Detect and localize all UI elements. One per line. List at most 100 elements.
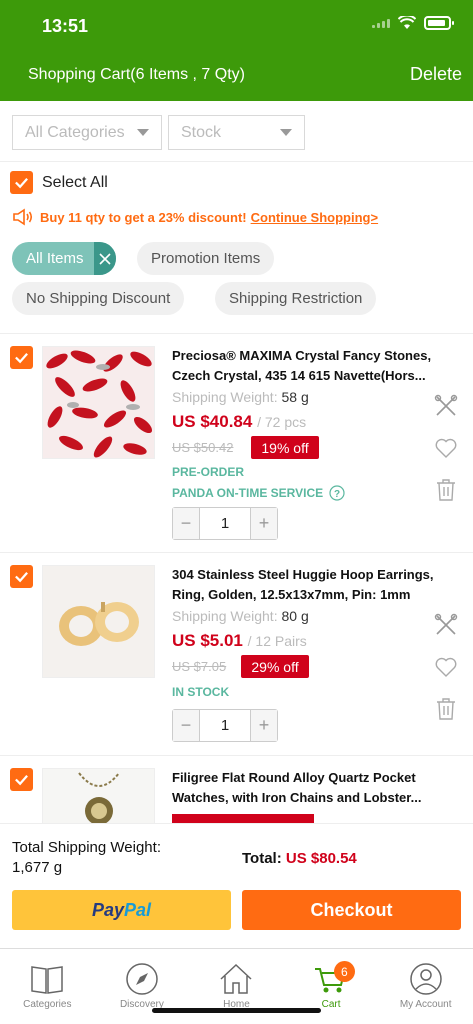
total-value: US $80.54: [285, 850, 357, 867]
paypal-button[interactable]: Pay Pal: [12, 890, 231, 930]
chip-label: All Items: [26, 250, 84, 267]
compass-icon: [126, 963, 158, 995]
shipping-weight: Shipping Weight: 80 g: [172, 608, 309, 624]
discount-badge: 29% off: [241, 655, 309, 678]
price-value: US $5.01: [172, 631, 243, 650]
tab-label: Cart: [321, 999, 341, 1010]
delete-button[interactable]: Delete: [410, 64, 462, 85]
shipping-weight-value: 58 g: [281, 389, 309, 405]
item-checkbox[interactable]: [10, 346, 33, 369]
order-total: Total: US $80.54: [242, 850, 357, 867]
book-icon: [31, 966, 64, 994]
heart-icon[interactable]: [434, 655, 458, 679]
chip-shipping-restriction[interactable]: Shipping Restriction: [215, 282, 377, 315]
select-all-row[interactable]: Select All: [10, 171, 108, 194]
user-icon: [409, 963, 442, 995]
chip-promotion-items[interactable]: Promotion Items: [137, 242, 275, 275]
wifi-icon: [398, 16, 416, 29]
item-checkbox[interactable]: [10, 565, 33, 588]
shipping-weight-label: Shipping Weight:: [172, 389, 278, 405]
service-label: PANDA ON-TIME SERVICE: [172, 486, 324, 500]
chevron-down-icon: [280, 129, 292, 136]
help-icon[interactable]: ?: [329, 485, 345, 501]
tab-label: My Account: [399, 999, 452, 1010]
quantity-value[interactable]: 1: [199, 508, 251, 539]
original-price: US $50.42: [172, 440, 234, 455]
item-checkbox[interactable]: [10, 768, 33, 791]
product-price: US $5.01 / 12 Pairs: [172, 631, 307, 651]
checkout-summary: Total Shipping Weight: 1,677 g Total: US…: [0, 823, 473, 955]
tools-icon[interactable]: [434, 394, 458, 418]
on-time-service[interactable]: PANDA ON-TIME SERVICE ?: [172, 485, 345, 501]
trash-icon[interactable]: [434, 478, 458, 502]
stock-filter-label: Stock: [181, 123, 222, 141]
product-image-pocket-watch[interactable]: [42, 768, 155, 823]
discount-badge: 19% off: [251, 436, 319, 459]
promo-banner: Buy 11 qty to get a 23% discount! Contin…: [12, 208, 378, 226]
shipping-weight-label: Shipping Weight:: [172, 608, 278, 624]
product-name[interactable]: Preciosa® MAXIMA Crystal Fancy Stones, C…: [172, 346, 462, 386]
category-filter-dropdown[interactable]: All Categories: [12, 115, 162, 150]
paypal-logo-part: Pay: [91, 899, 124, 920]
megaphone-icon: [13, 208, 33, 226]
promo-text: Buy 11 qty to get a 23% discount!: [40, 209, 247, 225]
stock-filter-dropdown[interactable]: Stock: [168, 115, 305, 150]
checkout-button[interactable]: Checkout: [242, 890, 461, 930]
increase-button[interactable]: +: [251, 710, 277, 741]
total-weight-label: Total Shipping Weight:: [12, 839, 161, 856]
tab-label: Categories: [23, 999, 72, 1010]
product-image-hoop-earrings[interactable]: [42, 565, 155, 678]
product-name[interactable]: Filigree Flat Round Alloy Quartz Pocket …: [172, 768, 462, 808]
svg-text:?: ?: [334, 489, 340, 500]
check-icon: [15, 775, 28, 786]
trash-icon[interactable]: [434, 697, 458, 721]
select-all-label: Select All: [42, 173, 108, 191]
paypal-logo-part: Pal: [124, 899, 152, 920]
continue-shopping-link[interactable]: Continue Shopping>: [251, 210, 378, 225]
quantity-value[interactable]: 1: [199, 710, 251, 741]
check-icon: [15, 178, 28, 189]
total-shipping-weight: Total Shipping Weight: 1,677 g: [12, 838, 161, 878]
filter-bar: All Categories Stock: [12, 115, 305, 150]
page-title: Shopping Cart(6 Items , 7 Qty): [28, 66, 245, 83]
signal-icon: [372, 18, 390, 28]
category-filter-label: All Categories: [25, 123, 125, 141]
decrease-button[interactable]: −: [173, 710, 199, 741]
price-unit: / 12 Pairs: [247, 633, 307, 649]
check-icon: [15, 353, 28, 364]
home-indicator: [152, 1008, 321, 1013]
total-weight-value: 1,677 g: [12, 859, 63, 876]
select-all-checkbox[interactable]: [10, 171, 33, 194]
chip-all-items[interactable]: All Items: [12, 242, 116, 275]
cart-item: Preciosa® MAXIMA Crystal Fancy Stones, C…: [0, 334, 473, 552]
shipping-weight-value: 80 g: [281, 608, 309, 624]
app-header: 13:51 Shopping Cart(6 Items , 7 Qty) Del…: [0, 0, 473, 101]
quantity-stepper: − 1 +: [172, 507, 278, 540]
chip-no-shipping-discount[interactable]: No Shipping Discount: [12, 282, 185, 315]
stock-status: IN STOCK: [172, 685, 230, 699]
tools-icon[interactable]: [434, 613, 458, 637]
product-name[interactable]: 304 Stainless Steel Huggie Hoop Earrings…: [172, 565, 462, 605]
status-time: 13:51: [42, 16, 89, 36]
cart-item: Filigree Flat Round Alloy Quartz Pocket …: [0, 756, 473, 823]
tab-categories[interactable]: Categories: [0, 949, 95, 1024]
shipping-weight: Shipping Weight: 58 g: [172, 389, 309, 405]
discount-badge: [172, 814, 314, 823]
check-icon: [15, 572, 28, 583]
decrease-button[interactable]: −: [173, 508, 199, 539]
tab-my-account[interactable]: My Account: [378, 949, 473, 1024]
chip-label: Shipping Restriction: [229, 290, 363, 307]
chip-label: No Shipping Discount: [26, 290, 171, 307]
price-unit: / 72 pcs: [257, 414, 307, 430]
product-image-crystal-stones[interactable]: [42, 346, 155, 459]
status-icons: [372, 16, 454, 30]
price-value: US $40.84: [172, 412, 253, 431]
cart-count-badge: 6: [333, 961, 355, 982]
chevron-down-icon: [137, 129, 149, 136]
home-icon: [220, 963, 252, 994]
increase-button[interactable]: +: [251, 508, 277, 539]
heart-icon[interactable]: [434, 436, 458, 460]
divider: [0, 161, 473, 162]
close-icon[interactable]: [93, 242, 116, 275]
chip-label: Promotion Items: [151, 250, 261, 267]
